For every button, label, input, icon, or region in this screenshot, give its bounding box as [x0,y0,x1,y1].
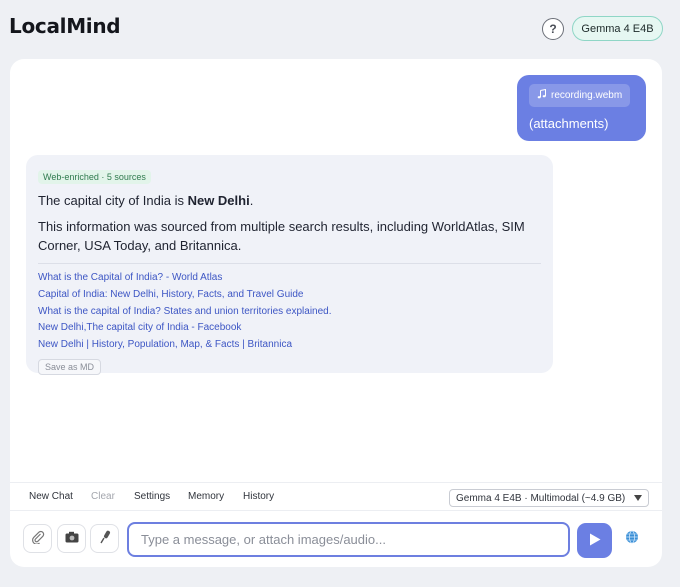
answer-prefix: The capital city of India is [38,193,188,208]
answer-bold: New Delhi [187,193,250,208]
divider [38,263,541,264]
send-icon [589,533,601,549]
clear-button[interactable]: Clear [91,491,115,502]
help-button[interactable]: ? [542,18,564,40]
app-header: LocalMind ? Gemma 4 E4B [0,0,680,58]
attachment-name: recording.webm [551,90,623,101]
web-enriched-badge: Web-enriched · 5 sources [38,170,151,184]
microphone-button[interactable] [90,524,119,553]
user-message-text: (attachments) [529,116,609,131]
model-select[interactable]: Gemma 4 E4B · Multimodal (~4.9 GB) [449,489,649,507]
web-search-toggle[interactable] [622,529,642,549]
source-link[interactable]: New Delhi | History, Population, Map, & … [38,337,541,354]
model-select-value: Gemma 4 E4B · Multimodal (~4.9 GB) [456,492,626,504]
history-button[interactable]: History [243,491,274,502]
microphone-icon [99,530,111,547]
source-link[interactable]: Capital of India: New Delhi, History, Fa… [38,287,541,304]
composer [10,511,662,567]
user-message: recording.webm (attachments) [517,75,646,141]
model-pill-button[interactable]: Gemma 4 E4B [572,16,663,41]
chat-toolbar: New Chat Clear Settings Memory History G… [10,482,662,511]
source-link[interactable]: New Delhi,The capital city of India - Fa… [38,320,541,337]
attachment-chip[interactable]: recording.webm [529,84,631,107]
chevron-down-icon [634,495,642,501]
answer-suffix: . [249,193,254,208]
camera-icon [65,531,79,546]
memory-button[interactable]: Memory [188,491,224,502]
source-link[interactable]: What is the Capital of India? - World At… [38,270,541,287]
source-link[interactable]: What is the capital of India? States and… [38,304,541,321]
globe-icon [625,530,639,549]
save-as-md-button[interactable]: Save as MD [38,358,102,375]
paperclip-icon [31,530,45,547]
attach-file-button[interactable] [23,524,52,553]
answer-line: The capital city of India is New Delhi. [38,193,541,208]
camera-button[interactable] [57,524,86,553]
chat-panel: recording.webm (attachments) Web-enriche… [10,59,662,567]
answer-paragraph: This information was sourced from multip… [38,219,525,253]
send-button[interactable] [577,523,612,558]
app-title: LocalMind [9,14,121,38]
new-chat-button[interactable]: New Chat [29,491,73,502]
assistant-message: Web-enriched · 5 sources The capital cit… [26,155,553,375]
music-note-icon [537,88,547,102]
message-input[interactable] [127,522,570,557]
settings-button[interactable]: Settings [134,491,170,502]
